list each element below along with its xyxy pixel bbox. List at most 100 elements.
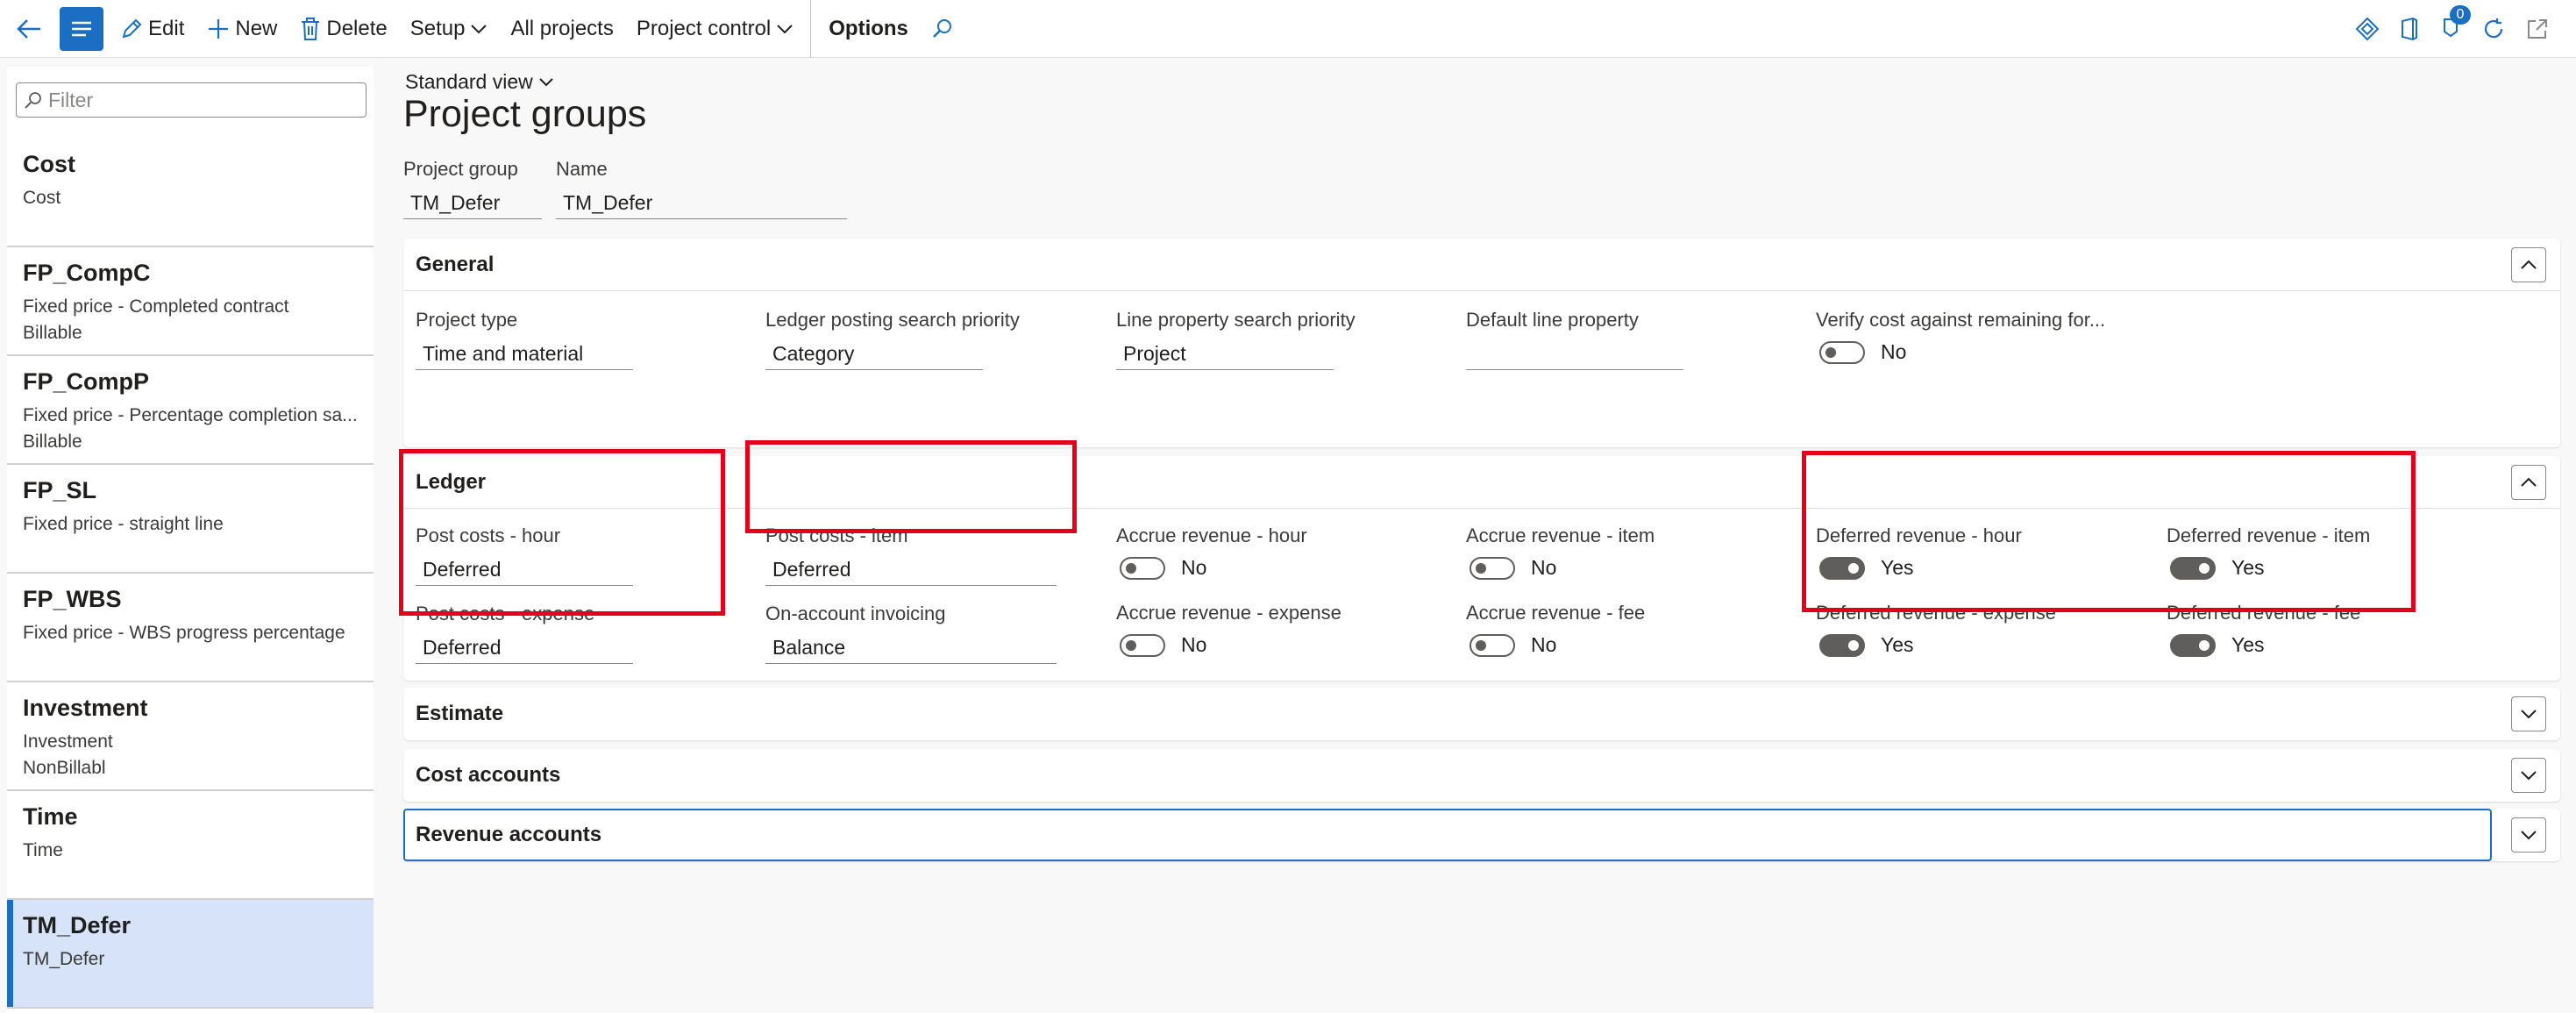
setup-menu[interactable]: Setup xyxy=(399,0,500,58)
ledger-priority-select[interactable]: Category xyxy=(765,335,983,370)
default-line-input[interactable] xyxy=(1466,335,1683,370)
plus-icon xyxy=(209,18,229,39)
page-title: Project groups xyxy=(403,93,647,135)
list-item[interactable]: Investment Investment NonBillabl xyxy=(7,682,374,791)
list-menu-button[interactable] xyxy=(60,6,103,51)
collapse-button[interactable] xyxy=(2511,246,2546,282)
view-selector[interactable]: Standard view xyxy=(405,70,554,94)
edit-button[interactable]: Edit xyxy=(109,0,196,58)
trash-icon xyxy=(302,17,320,40)
deferred-fee-value: Yes xyxy=(2231,633,2265,656)
all-projects-label: All projects xyxy=(510,16,614,40)
name-label: Name xyxy=(556,158,608,180)
deferred-expense-value: Yes xyxy=(1881,633,1914,656)
list-item-description: TM_Defer xyxy=(23,949,105,969)
list-item-detail: NonBillabl xyxy=(23,758,106,778)
accrue-expense-field: Accrue revenue - expense No xyxy=(1116,602,1432,657)
list-item[interactable]: FP_CompC Fixed price - Completed contrac… xyxy=(7,247,374,356)
cost-accounts-header[interactable]: Cost accounts xyxy=(403,749,2560,802)
estimate-header[interactable]: Estimate xyxy=(403,688,2560,740)
post-costs-item-field: Post costs - item Deferred xyxy=(765,524,1081,586)
accrue-fee-toggle[interactable] xyxy=(1469,633,1515,657)
ledger-header[interactable]: Ledger xyxy=(403,456,2560,509)
name-field: Name TM_Defer xyxy=(556,158,847,219)
line-priority-select[interactable]: Project xyxy=(1116,335,1334,370)
deferred-hour-toggle[interactable] xyxy=(1819,556,1865,580)
deferred-expense-toggle[interactable] xyxy=(1819,633,1865,657)
post-costs-hour-select[interactable]: Deferred xyxy=(416,551,633,586)
revenue-accounts-section: Revenue accounts xyxy=(403,809,2560,861)
deferred-hour-value: Yes xyxy=(1881,556,1914,579)
chevron-up-icon xyxy=(2521,260,2537,269)
general-section: General Project type Time and material L… xyxy=(403,239,2560,447)
list-item-title: Time xyxy=(23,803,78,830)
filter-input[interactable]: Filter xyxy=(16,82,366,118)
expand-button[interactable] xyxy=(2511,817,2546,852)
accrue-expense-toggle[interactable] xyxy=(1120,633,1165,657)
list-item-description: Time xyxy=(23,840,63,860)
action-pane: Edit New Delete Setup All projects Proje… xyxy=(0,0,2576,58)
expand-button[interactable] xyxy=(2511,758,2546,793)
verify-cost-toggle[interactable] xyxy=(1819,340,1865,364)
list-item-description: Fixed price - straight line xyxy=(23,514,224,534)
cost-accounts-section: Cost accounts xyxy=(403,749,2560,802)
deferred-item-toggle[interactable] xyxy=(2170,556,2216,580)
list-item[interactable]: FP_WBS Fixed price - WBS progress percen… xyxy=(7,574,374,682)
list-item[interactable]: Cost Cost xyxy=(7,139,374,247)
office-icon[interactable] xyxy=(2399,17,2420,41)
general-header[interactable]: General xyxy=(403,239,2560,291)
search-icon xyxy=(25,92,41,109)
expand-button[interactable] xyxy=(2511,696,2546,731)
chevron-down-icon xyxy=(2521,771,2537,781)
open-in-new-window-icon[interactable] xyxy=(2525,17,2550,41)
project-type-select[interactable]: Time and material xyxy=(416,335,633,370)
list-item-title: Cost xyxy=(23,151,75,177)
list-item-selected[interactable]: TM_Defer TM_Defer xyxy=(7,900,374,1009)
revenue-accounts-header[interactable]: Revenue accounts xyxy=(403,809,2560,861)
list-item-title: FP_WBS xyxy=(23,586,122,612)
collapse-button[interactable] xyxy=(2511,464,2546,500)
list-item[interactable]: FP_CompP Fixed price - Percentage comple… xyxy=(7,356,374,465)
chevron-down-icon xyxy=(777,24,793,33)
name-input[interactable]: TM_Defer xyxy=(556,184,847,219)
list-item[interactable]: FP_SL Fixed price - straight line xyxy=(7,465,374,574)
search-button[interactable] xyxy=(920,0,971,58)
project-group-input[interactable]: TM_Defer xyxy=(403,184,542,219)
on-account-select[interactable]: Balance xyxy=(765,629,1057,664)
list-item-description: Investment xyxy=(23,731,113,752)
deferred-fee-field: Deferred revenue - fee Yes xyxy=(2167,602,2482,657)
ledger-priority-field: Ledger posting search priority Category xyxy=(765,309,1081,370)
accrue-item-value: No xyxy=(1531,556,1557,579)
post-costs-item-select[interactable]: Deferred xyxy=(765,551,1057,586)
back-button[interactable] xyxy=(0,0,56,58)
options-label: Options xyxy=(829,16,908,40)
delete-label: Delete xyxy=(326,16,388,40)
search-icon xyxy=(933,18,951,38)
list-item-title: FP_CompC xyxy=(23,260,151,286)
list-item[interactable]: Time Time xyxy=(7,791,374,900)
list-item-description: Fixed price - Percentage completion sa..… xyxy=(23,405,358,425)
accrue-hour-field: Accrue revenue - hour No xyxy=(1116,524,1432,580)
options-tab[interactable]: Options xyxy=(810,0,920,58)
refresh-icon[interactable] xyxy=(2481,17,2506,41)
project-type-label: Project type xyxy=(416,309,518,331)
accrue-fee-value: No xyxy=(1531,633,1557,656)
estimate-heading: Estimate xyxy=(416,702,504,725)
accrue-item-toggle[interactable] xyxy=(1469,556,1515,580)
list-item-title: TM_Defer xyxy=(23,912,132,938)
accrue-hour-toggle[interactable] xyxy=(1120,556,1165,580)
notifications-button[interactable]: 0 xyxy=(2439,4,2471,45)
ledger-priority-label: Ledger posting search priority xyxy=(765,309,1020,331)
project-control-menu[interactable]: Project control xyxy=(625,0,805,58)
post-costs-expense-select[interactable]: Deferred xyxy=(416,629,633,664)
on-account-label: On-account invoicing xyxy=(765,603,946,624)
diamond-icon[interactable] xyxy=(2355,17,2380,41)
post-costs-expense-label: Post costs - expense xyxy=(416,603,595,624)
edit-label: Edit xyxy=(148,16,185,40)
delete-button[interactable]: Delete xyxy=(288,0,398,58)
all-projects-button[interactable]: All projects xyxy=(499,0,624,58)
post-costs-item-label: Post costs - item xyxy=(765,524,908,546)
accrue-expense-label: Accrue revenue - expense xyxy=(1116,602,1341,624)
deferred-fee-toggle[interactable] xyxy=(2170,633,2216,657)
new-button[interactable]: New xyxy=(196,0,288,58)
